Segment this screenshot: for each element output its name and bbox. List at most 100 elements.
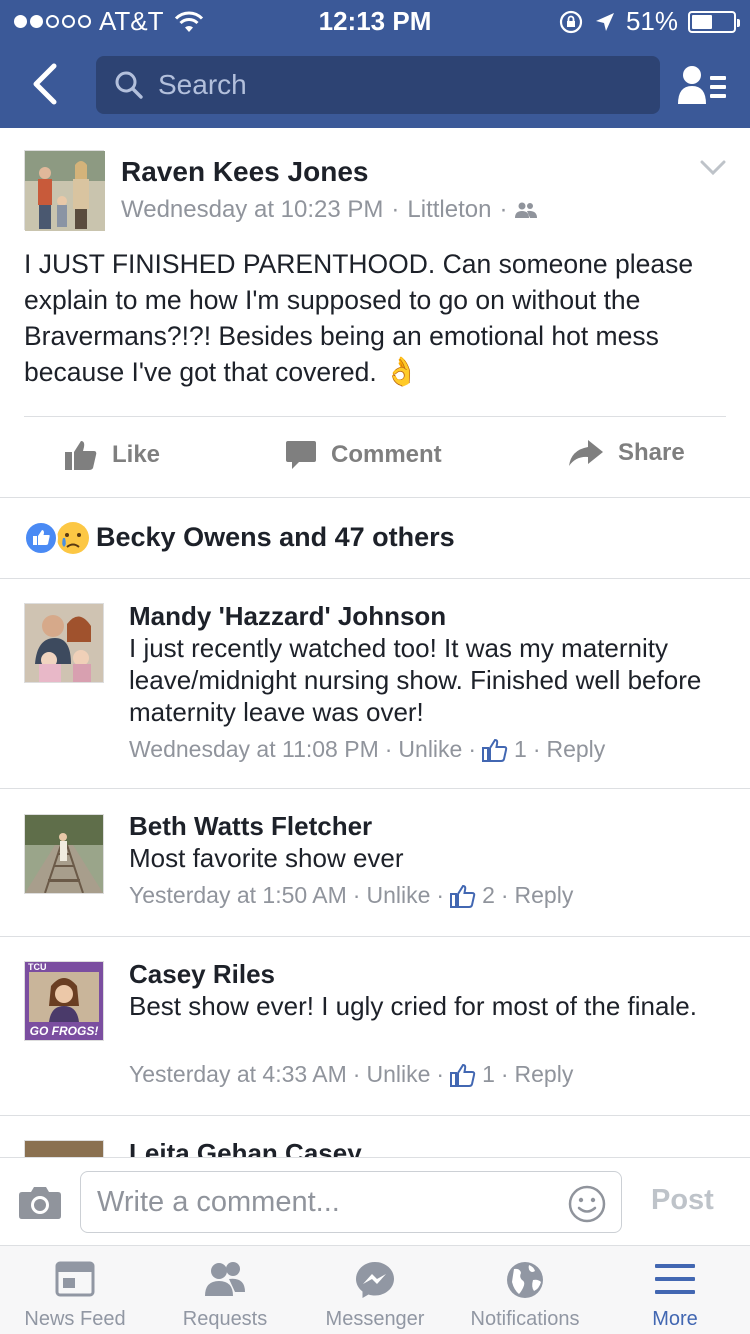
- meta-separator: ·: [391, 196, 400, 223]
- comment-item: Leita Gehan Casey: [0, 1116, 750, 1157]
- like-count-thumb-icon[interactable]: [482, 738, 508, 762]
- status-right: 51%: [558, 6, 740, 37]
- share-button[interactable]: Share: [568, 439, 685, 467]
- tcu-badge-text: TCU: [28, 962, 47, 972]
- comment-text: Best show ever! I ugly cried for most of…: [129, 991, 697, 1021]
- railroad-photo-icon: [25, 815, 103, 894]
- location-arrow-icon: [595, 12, 614, 31]
- like-button[interactable]: Like: [64, 439, 160, 471]
- tab-label: More: [652, 1308, 698, 1330]
- meta-separator: ·: [500, 882, 509, 908]
- friend-requests-icon: [205, 1262, 245, 1296]
- commenter-avatar[interactable]: TCU GO FROGS!: [24, 961, 104, 1041]
- share-label: Share: [618, 439, 685, 466]
- meta-separator: ·: [352, 882, 361, 908]
- unlike-link[interactable]: Unlike: [398, 736, 462, 763]
- ok-hand-emoji: 👌: [384, 356, 419, 387]
- commenter-name[interactable]: Mandy 'Hazzard' Johnson: [129, 601, 446, 632]
- comment-label: Comment: [331, 441, 442, 468]
- reaction-icons: [24, 521, 89, 555]
- friends-list-icon[interactable]: [676, 64, 728, 108]
- battery-fill: [692, 14, 713, 29]
- globe-icon: [507, 1262, 543, 1298]
- post-location[interactable]: Littleton: [407, 196, 491, 224]
- tab-more[interactable]: More: [600, 1246, 750, 1334]
- comment-item: TCU GO FROGS! Casey Riles Best show ever…: [0, 937, 750, 1115]
- comment-text: Most favorite show ever: [129, 843, 404, 873]
- tab-messenger[interactable]: Messenger: [300, 1246, 450, 1334]
- search-input[interactable]: [158, 69, 618, 101]
- post-author-name[interactable]: Raven Kees Jones: [121, 156, 368, 188]
- comment-timestamp[interactable]: Yesterday at 4:33 AM: [129, 1061, 347, 1088]
- like-label: Like: [112, 441, 161, 468]
- commenter-avatar[interactable]: [24, 814, 104, 894]
- top-nav-bar: AT&T 12:13 PM 51%: [0, 0, 750, 128]
- commenter-avatar[interactable]: [24, 1140, 104, 1157]
- comment-composer: Post: [0, 1157, 750, 1245]
- chevron-down-icon[interactable]: [700, 160, 726, 176]
- tab-requests[interactable]: Requests: [150, 1246, 300, 1334]
- go-frogs-badge-text: GO FROGS!: [29, 1024, 99, 1038]
- meta-separator: ·: [384, 736, 393, 762]
- meta-separator: ·: [352, 1061, 361, 1087]
- comment-meta: Wednesday at 11:08 PM · Unlike · 1 · Rep…: [129, 736, 605, 763]
- commenter-name[interactable]: Beth Watts Fletcher: [129, 811, 372, 842]
- meta-separator: ·: [436, 1061, 445, 1087]
- thumbs-up-icon: [65, 441, 97, 470]
- camera-icon[interactable]: [18, 1184, 62, 1220]
- share-arrow-icon: [569, 440, 603, 466]
- reactions-text: Becky Owens and 47 others: [96, 522, 455, 552]
- comment-meta: Yesterday at 1:50 AM · Unlike · 2 · Repl…: [129, 882, 573, 909]
- meta-separator: ·: [499, 196, 508, 223]
- comment-text: I just recently watched too! It was my m…: [129, 633, 702, 727]
- comment-item: Mandy 'Hazzard' Johnson I just recently …: [0, 579, 750, 788]
- family-photo-icon: [25, 151, 105, 231]
- comment-bubble-icon: [286, 441, 316, 469]
- post-button[interactable]: Post: [651, 1184, 714, 1217]
- tab-news-feed[interactable]: News Feed: [0, 1246, 150, 1334]
- post-action-bar: Like Comment Share: [0, 417, 750, 497]
- meta-separator: ·: [532, 736, 541, 762]
- friends-audience-icon: [515, 202, 538, 218]
- post-body: I JUST FINISHED PARENTHOOD. Can someone …: [24, 249, 694, 387]
- like-count[interactable]: 1: [514, 736, 527, 763]
- back-arrow-icon[interactable]: [26, 62, 66, 106]
- unlike-link[interactable]: Unlike: [366, 1061, 430, 1088]
- family-photo-icon: [25, 604, 103, 682]
- unlike-link[interactable]: Unlike: [366, 882, 430, 909]
- commenter-name[interactable]: Casey Riles: [129, 959, 275, 990]
- comment-timestamp[interactable]: Wednesday at 11:08 PM: [129, 736, 379, 763]
- reply-link[interactable]: Reply: [515, 1061, 574, 1088]
- commenter-name[interactable]: Leita Gehan Casey: [129, 1138, 362, 1157]
- tab-label: Messenger: [325, 1308, 425, 1330]
- like-count[interactable]: 2: [482, 882, 495, 909]
- meta-separator: ·: [500, 1061, 509, 1087]
- post-text: I JUST FINISHED PARENTHOOD. Can someone …: [24, 246, 734, 390]
- status-bar: AT&T 12:13 PM 51%: [0, 0, 750, 40]
- like-count-thumb-icon[interactable]: [450, 884, 476, 908]
- rotation-lock-icon: [559, 10, 583, 33]
- comment-input-box[interactable]: [80, 1171, 622, 1233]
- commenter-avatar[interactable]: [24, 603, 104, 683]
- like-count[interactable]: 1: [482, 1061, 495, 1088]
- news-feed-icon: [55, 1261, 95, 1297]
- meta-separator: ·: [436, 882, 445, 908]
- tab-notifications[interactable]: Notifications: [450, 1246, 600, 1334]
- reply-link[interactable]: Reply: [515, 882, 574, 909]
- smiley-icon[interactable]: [567, 1184, 607, 1224]
- hamburger-menu-icon: [655, 1264, 695, 1294]
- messenger-icon: [356, 1262, 394, 1298]
- comment-button[interactable]: Comment: [285, 439, 442, 471]
- comment-timestamp[interactable]: Yesterday at 1:50 AM: [129, 882, 347, 909]
- comment-meta: Yesterday at 4:33 AM · Unlike · 1 · Repl…: [129, 1061, 573, 1088]
- reply-link[interactable]: Reply: [546, 736, 605, 763]
- like-count-thumb-icon[interactable]: [450, 1063, 476, 1087]
- tab-label: Requests: [182, 1308, 268, 1330]
- bottom-tab-bar: News Feed Requests Messenger Notificatio…: [0, 1245, 750, 1334]
- author-avatar[interactable]: [24, 150, 105, 231]
- search-bar[interactable]: [96, 56, 660, 114]
- comment-input[interactable]: [97, 1185, 557, 1219]
- reactions-summary[interactable]: Becky Owens and 47 others: [0, 498, 750, 578]
- post-timestamp[interactable]: Wednesday at 10:23 PM: [121, 196, 383, 224]
- comment-item: Beth Watts Fletcher Most favorite show e…: [0, 789, 750, 936]
